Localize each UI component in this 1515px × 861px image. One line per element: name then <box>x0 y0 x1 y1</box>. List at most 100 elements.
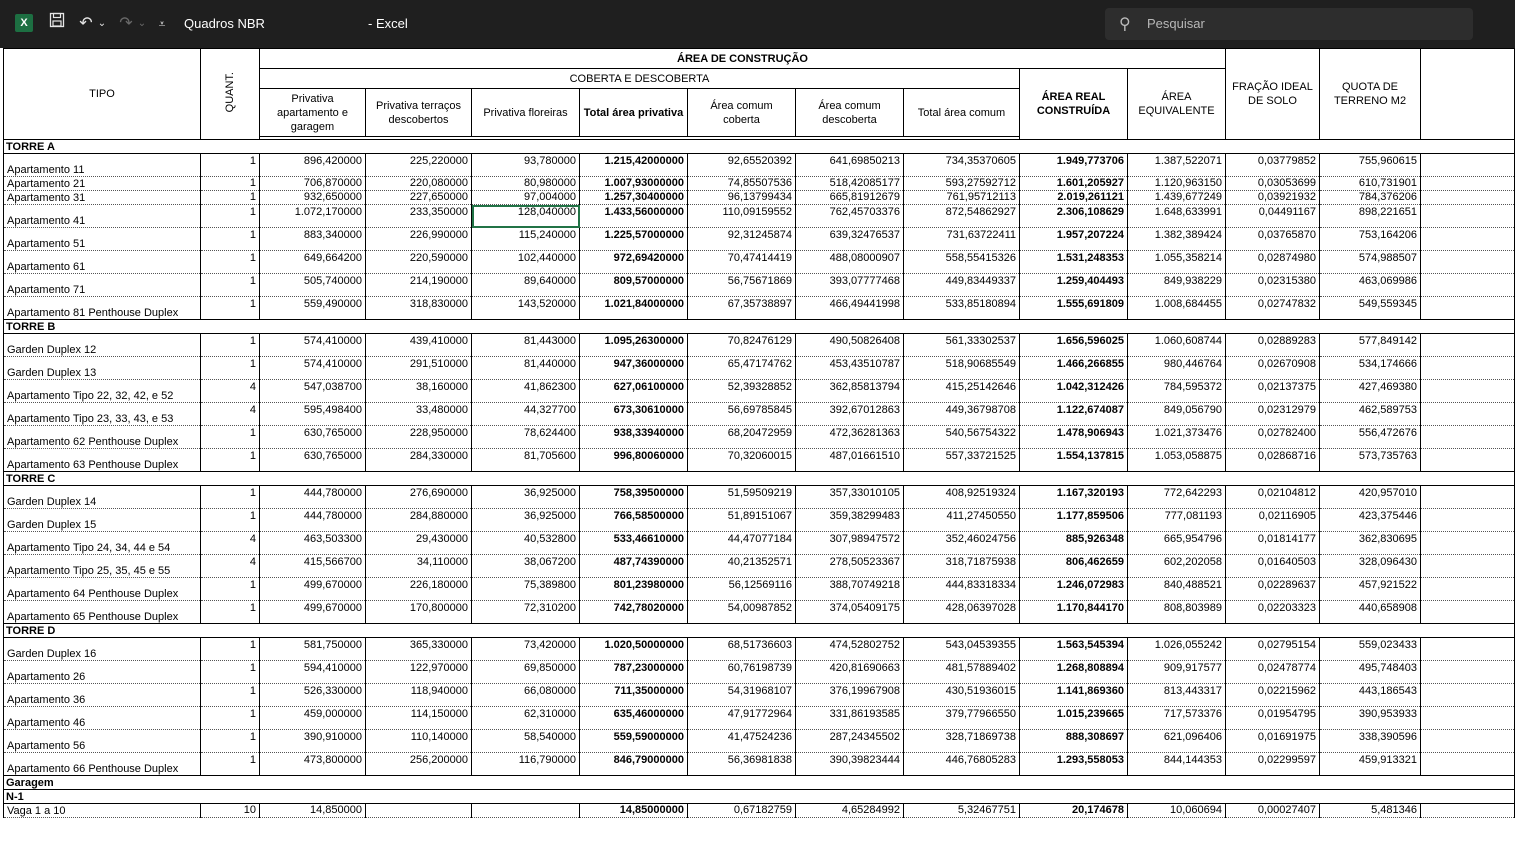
cell-value[interactable]: 81,443000 <box>471 333 580 357</box>
cell-value[interactable]: 393,07777468 <box>795 273 904 297</box>
cell-value[interactable]: 630,765000 <box>259 425 366 449</box>
cell-value[interactable]: 630,765000 <box>259 448 366 472</box>
cell-value[interactable]: 420,81690663 <box>795 660 904 684</box>
cell-empty[interactable] <box>1420 333 1515 357</box>
cell-value[interactable]: 278,50523367 <box>795 554 904 578</box>
cell-value[interactable]: 0,02868716 <box>1225 448 1320 472</box>
cell-value[interactable]: 1.141,869360 <box>1019 683 1128 707</box>
cell-value[interactable]: 1.382,389424 <box>1127 227 1226 251</box>
cell-empty[interactable] <box>1420 402 1515 426</box>
cell-value[interactable]: 896,420000 <box>259 153 366 177</box>
cell-value[interactable]: 1.478,906943 <box>1019 425 1128 449</box>
cell-value[interactable]: 784,595372 <box>1127 379 1226 403</box>
cell-value[interactable]: 1.439,677249 <box>1127 190 1226 205</box>
cell-value[interactable]: 428,06397028 <box>903 600 1020 624</box>
cell-value[interactable]: 487,74390000 <box>579 554 688 578</box>
header-coberta-descoberta[interactable]: COBERTA E DESCOBERTA <box>259 68 1020 89</box>
cell-value[interactable]: 47,91772964 <box>687 706 796 730</box>
cell-value[interactable]: 635,46000000 <box>579 706 688 730</box>
cell-value[interactable]: 93,780000 <box>471 153 580 177</box>
cell-quant[interactable]: 4 <box>200 554 260 578</box>
cell-value[interactable]: 14,85000000 <box>579 803 688 818</box>
cell-value[interactable]: 463,503300 <box>259 531 366 555</box>
cell-empty[interactable] <box>1420 296 1515 320</box>
cell-quant[interactable]: 1 <box>200 296 260 320</box>
cell-value[interactable]: 559,59000000 <box>579 729 688 753</box>
cell-value[interactable]: 809,57000000 <box>579 273 688 297</box>
cell-value[interactable]: 51,89151067 <box>687 508 796 532</box>
search-box[interactable]: ⚲ Pesquisar <box>1105 8 1473 40</box>
header-quota[interactable]: QUOTA DE TERRENO M2 <box>1319 48 1421 140</box>
cell-tipo[interactable]: Apartamento 71 <box>3 273 201 297</box>
cell-value[interactable]: 70,47414419 <box>687 250 796 274</box>
cell-value[interactable]: 761,95712113 <box>903 190 1020 205</box>
cell-quant[interactable]: 1 <box>200 706 260 730</box>
cell-tipo[interactable]: Apartamento Tipo 22, 32, 42, e 52 <box>3 379 201 403</box>
cell-quant[interactable]: 4 <box>200 379 260 403</box>
cell-value[interactable]: 1.026,055242 <box>1127 637 1226 661</box>
cell-value[interactable]: 559,490000 <box>259 296 366 320</box>
cell-value[interactable]: 755,960615 <box>1319 153 1421 177</box>
cell-tipo[interactable]: Apartamento 65 Penthouse Duplex <box>3 600 201 624</box>
cell-value[interactable]: 357,33010105 <box>795 485 904 509</box>
header-privativa-floreiras[interactable]: Privativa floreiras <box>471 88 580 137</box>
cell-value[interactable]: 1.020,50000000 <box>579 637 688 661</box>
cell-value[interactable]: 80,980000 <box>471 176 580 191</box>
cell-value[interactable]: 1.021,373476 <box>1127 425 1226 449</box>
cell-value[interactable]: 72,310200 <box>471 600 580 624</box>
header-quant[interactable]: QUANT. <box>200 48 260 140</box>
cell-tipo[interactable]: Apartamento 64 Penthouse Duplex <box>3 577 201 601</box>
cell-tipo[interactable]: Garden Duplex 15 <box>3 508 201 532</box>
cell-value[interactable]: 1.015,239665 <box>1019 706 1128 730</box>
cell-value[interactable]: 214,190000 <box>365 273 472 297</box>
cell-value[interactable]: 74,85507536 <box>687 176 796 191</box>
cell-value[interactable]: 365,330000 <box>365 637 472 661</box>
cell-value[interactable]: 58,540000 <box>471 729 580 753</box>
cell-value[interactable]: 734,35370605 <box>903 153 1020 177</box>
undo-dropdown-icon[interactable]: ⌄ <box>96 12 108 36</box>
cell-value[interactable]: 284,880000 <box>365 508 472 532</box>
cell-value[interactable]: 1.167,320193 <box>1019 485 1128 509</box>
cell-value[interactable]: 1.060,608744 <box>1127 333 1226 357</box>
cell-value[interactable]: 449,36798708 <box>903 402 1020 426</box>
header-area-equivalente[interactable]: ÁREA EQUIVALENTE <box>1127 68 1226 140</box>
cell-value[interactable]: 359,38299483 <box>795 508 904 532</box>
cell-value[interactable]: 717,573376 <box>1127 706 1226 730</box>
cell-value[interactable]: 2.019,261121 <box>1019 190 1128 205</box>
section-label[interactable]: N-1 <box>3 789 1515 804</box>
search-input[interactable]: Pesquisar <box>1147 16 1205 31</box>
cell-tipo[interactable]: Apartamento 31 <box>3 190 201 205</box>
cell-value[interactable]: 40,21352571 <box>687 554 796 578</box>
cell-value[interactable]: 787,23000000 <box>579 660 688 684</box>
save-icon[interactable] <box>46 12 68 36</box>
cell-value[interactable]: 1.007,93000000 <box>579 176 688 191</box>
cell-value[interactable]: 844,144353 <box>1127 752 1226 776</box>
cell-value[interactable]: 34,110000 <box>365 554 472 578</box>
cell-empty[interactable] <box>1420 176 1515 191</box>
cell-tipo[interactable]: Apartamento 26 <box>3 660 201 684</box>
cell-value[interactable]: 762,45703376 <box>795 204 904 228</box>
cell-value[interactable]: 1.259,404493 <box>1019 273 1128 297</box>
cell-empty[interactable] <box>1420 425 1515 449</box>
cell-tipo[interactable]: Apartamento Tipo 24, 34, 44 e 54 <box>3 531 201 555</box>
cell-value[interactable]: 427,469380 <box>1319 379 1421 403</box>
cell-value[interactable]: 996,80060000 <box>579 448 688 472</box>
cell-value[interactable]: 459,000000 <box>259 706 366 730</box>
cell-value[interactable]: 170,800000 <box>365 600 472 624</box>
cell-value[interactable]: 1.554,137815 <box>1019 448 1128 472</box>
cell-value[interactable]: 411,27450550 <box>903 508 1020 532</box>
cell-quant[interactable]: 4 <box>200 402 260 426</box>
cell-empty[interactable] <box>1420 190 1515 205</box>
cell-value[interactable]: 116,790000 <box>471 752 580 776</box>
cell-value[interactable]: 459,913321 <box>1319 752 1421 776</box>
cell-value[interactable]: 62,310000 <box>471 706 580 730</box>
cell-value[interactable]: 1.055,358214 <box>1127 250 1226 274</box>
cell-value[interactable]: 444,780000 <box>259 485 366 509</box>
cell-value[interactable]: 0,04491167 <box>1225 204 1320 228</box>
cell-value[interactable]: 1.555,691809 <box>1019 296 1128 320</box>
cell-value[interactable]: 594,410000 <box>259 660 366 684</box>
cell-value[interactable]: 1.268,808894 <box>1019 660 1128 684</box>
cell-value[interactable]: 0,02299597 <box>1225 752 1320 776</box>
cell-value[interactable]: 420,957010 <box>1319 485 1421 509</box>
cell-tipo[interactable]: Garden Duplex 13 <box>3 356 201 380</box>
